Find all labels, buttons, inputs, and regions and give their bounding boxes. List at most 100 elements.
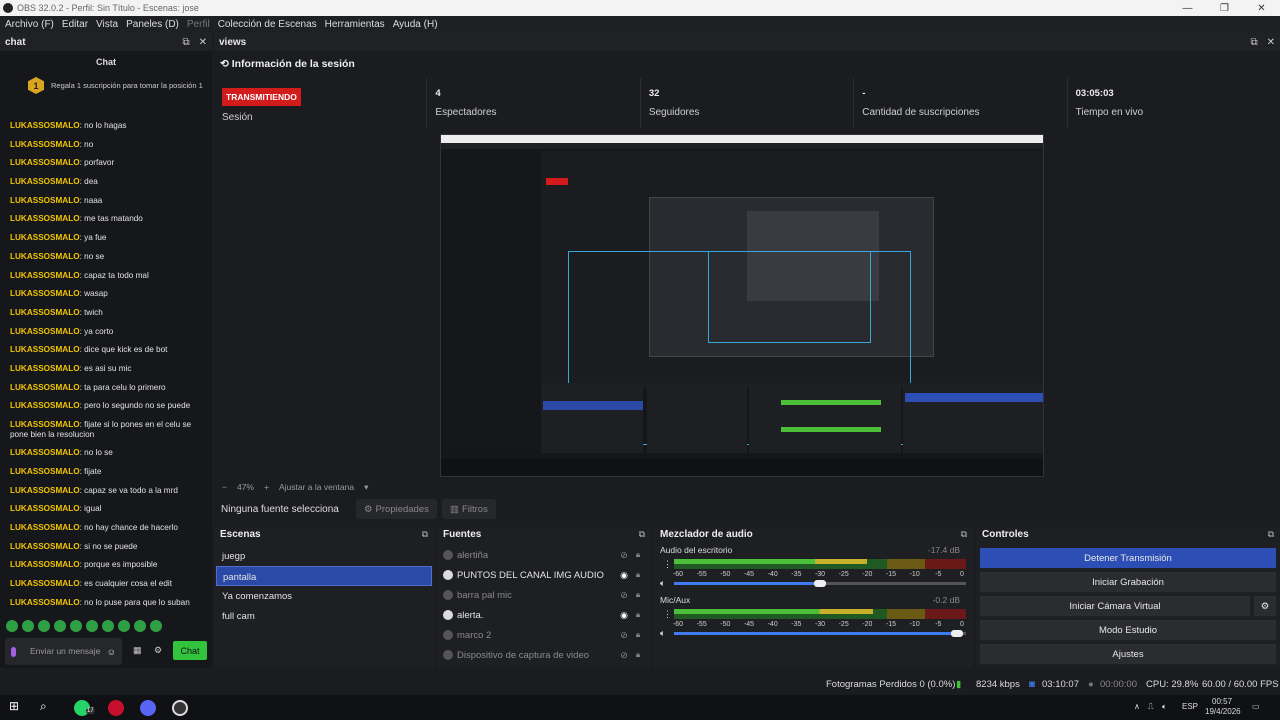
chat-username[interactable]: LUKASSOSMALO [10, 177, 80, 186]
chat-username[interactable]: LUKASSOSMALO [10, 214, 80, 223]
lock-icon[interactable]: 🔒︎ [629, 550, 647, 560]
stop-stream-button[interactable]: Detener Transmisión [980, 548, 1276, 568]
chat-username[interactable]: LUKASSOSMALO [10, 158, 80, 167]
chat-username[interactable]: LUKASSOSMALO [10, 364, 80, 373]
menu-vista[interactable]: Vista [96, 19, 118, 30]
virtual-cam-settings-icon[interactable]: ⚙ [1254, 596, 1276, 616]
scene-item[interactable]: Ya comenzamos [216, 586, 432, 606]
zoom-in-button[interactable]: + [264, 482, 269, 493]
menu-paneles[interactable]: Paneles (D) [126, 19, 179, 30]
chat-username[interactable]: LUKASSOSMALO [10, 271, 80, 280]
menu-coleccion[interactable]: Colección de Escenas [218, 19, 317, 30]
settings-button[interactable]: Ajustes [980, 644, 1276, 664]
chat-username[interactable]: LUKASSOSMALO [10, 542, 80, 551]
properties-button[interactable]: ⚙ Propiedades [356, 499, 437, 519]
lock-icon[interactable]: 🔒︎ [629, 570, 647, 580]
clock-time[interactable]: 00:57 [1212, 697, 1232, 706]
clock-date[interactable]: 19/4/2026 [1205, 707, 1241, 716]
channel-menu-icon[interactable]: ⋮ [663, 609, 672, 620]
chat-username[interactable]: LUKASSOSMALO [10, 308, 80, 317]
emote-icon[interactable] [38, 620, 50, 632]
hidden-eye-icon[interactable]: ⊘ [619, 590, 629, 601]
float-icon[interactable]: ⧉ [182, 37, 189, 48]
obs-taskbar-icon[interactable] [172, 700, 188, 716]
undock-icon[interactable]: ⧉ [961, 529, 967, 540]
chat-username[interactable]: LUKASSOSMALO [10, 383, 80, 392]
tray-chevron-icon[interactable]: ∧ [1134, 702, 1140, 711]
preview-canvas[interactable] [440, 134, 1044, 477]
chat-username[interactable]: LUKASSOSMALO [10, 196, 80, 205]
maximize-icon[interactable]: ❐ [1206, 3, 1243, 14]
hidden-eye-icon[interactable]: ⊘ [619, 630, 629, 641]
mic-icon[interactable] [11, 646, 16, 657]
chat-username[interactable]: LUKASSOSMALO [10, 420, 80, 429]
hidden-eye-icon[interactable]: ⊘ [619, 550, 629, 561]
windows-start-icon[interactable]: ⊞ [9, 699, 25, 715]
chat-username[interactable]: LUKASSOSMALO [10, 327, 80, 336]
close-dock-icon[interactable]: ✕ [1267, 37, 1275, 48]
source-item[interactable]: Dispositivo de captura de video ⊘ 🔒︎ [437, 645, 651, 665]
opera-icon[interactable] [108, 700, 124, 716]
chevron-down-icon[interactable]: ▾ [364, 482, 368, 493]
search-icon[interactable]: ⌕ [40, 699, 56, 715]
source-item[interactable]: barra pal mic ⊘ 🔒︎ [437, 585, 651, 605]
menu-ayuda[interactable]: Ayuda (H) [393, 19, 438, 30]
emote-icon[interactable] [102, 620, 114, 632]
settings-icon[interactable]: ⚙ [154, 645, 162, 656]
channel-menu-icon[interactable]: ⋮ [663, 559, 672, 570]
emote-icon[interactable] [70, 620, 82, 632]
source-item[interactable]: marco 2 ⊘ 🔒︎ [437, 625, 651, 645]
emote-icon[interactable] [54, 620, 66, 632]
filters-button[interactable]: ▥ Filtros [442, 499, 496, 519]
lock-icon[interactable]: 🔒︎ [629, 590, 647, 600]
source-item[interactable]: alerta. ◉ 🔒︎ [437, 605, 651, 625]
preview-bounding-box[interactable] [708, 251, 871, 343]
volume-slider[interactable] [674, 630, 966, 637]
chat-username[interactable]: LUKASSOSMALO [10, 579, 80, 588]
chat-username[interactable]: LUKASSOSMALO [10, 289, 80, 298]
scene-item[interactable]: full cam [216, 606, 432, 626]
eye-icon[interactable]: ◉ [619, 570, 629, 581]
source-item[interactable]: alertiña ⊘ 🔒︎ [437, 545, 651, 565]
chat-username[interactable]: LUKASSOSMALO [10, 252, 80, 261]
store-icon[interactable]: ▦ [133, 645, 142, 656]
emote-icon[interactable] [6, 620, 18, 632]
chat-username[interactable]: LUKASSOSMALO [10, 140, 80, 149]
menu-herramientas[interactable]: Herramientas [325, 19, 385, 30]
emoji-icon[interactable]: ☺ [107, 647, 116, 657]
network-icon[interactable]: ⎍ [1148, 702, 1154, 712]
chat-username[interactable]: LUKASSOSMALO [10, 560, 80, 569]
chat-username[interactable]: LUKASSOSMALO [10, 121, 80, 130]
menu-archivo[interactable]: Archivo (F) [5, 19, 54, 30]
lock-icon[interactable]: 🔒︎ [629, 610, 647, 620]
menu-perfil[interactable]: Perfil [187, 19, 210, 30]
chat-username[interactable]: LUKASSOSMALO [10, 467, 80, 476]
minimize-icon[interactable]: — [1169, 3, 1206, 14]
speaker-icon[interactable]: 🔈︎ [660, 578, 665, 589]
hidden-eye-icon[interactable]: ⊘ [619, 650, 629, 661]
chat-username[interactable]: LUKASSOSMALO [10, 345, 80, 354]
slider-knob[interactable] [951, 630, 964, 637]
chat-username[interactable]: LUKASSOSMALO [10, 523, 80, 532]
eye-icon[interactable]: ◉ [619, 610, 629, 621]
discord-icon[interactable] [140, 700, 156, 716]
language-indicator[interactable]: ESP [1182, 702, 1198, 711]
float-icon[interactable]: ⧉ [1250, 37, 1257, 48]
undock-icon[interactable]: ⧉ [639, 529, 645, 540]
studio-mode-button[interactable]: Modo Estudio [980, 620, 1276, 640]
start-virtual-cam-button[interactable]: Iniciar Cámara Virtual [980, 596, 1250, 616]
emote-icon[interactable] [150, 620, 162, 632]
chat-username[interactable]: LUKASSOSMALO [10, 504, 80, 513]
slider-knob[interactable] [814, 580, 826, 587]
scene-item-selected[interactable]: pantalla [216, 566, 432, 586]
volume-icon[interactable]: 🔈︎ [1162, 702, 1167, 712]
undock-icon[interactable]: ⧉ [1268, 529, 1274, 540]
chat-username[interactable]: LUKASSOSMALO [10, 598, 80, 607]
chat-username[interactable]: LUKASSOSMALO [10, 448, 80, 457]
lock-icon[interactable]: 🔒︎ [629, 650, 647, 660]
chat-send-button[interactable]: Chat [173, 641, 207, 660]
scene-item[interactable]: juegp [216, 546, 432, 566]
lock-icon[interactable]: 🔒︎ [629, 630, 647, 640]
emote-icon[interactable] [22, 620, 34, 632]
close-icon[interactable]: ✕ [1243, 3, 1280, 14]
